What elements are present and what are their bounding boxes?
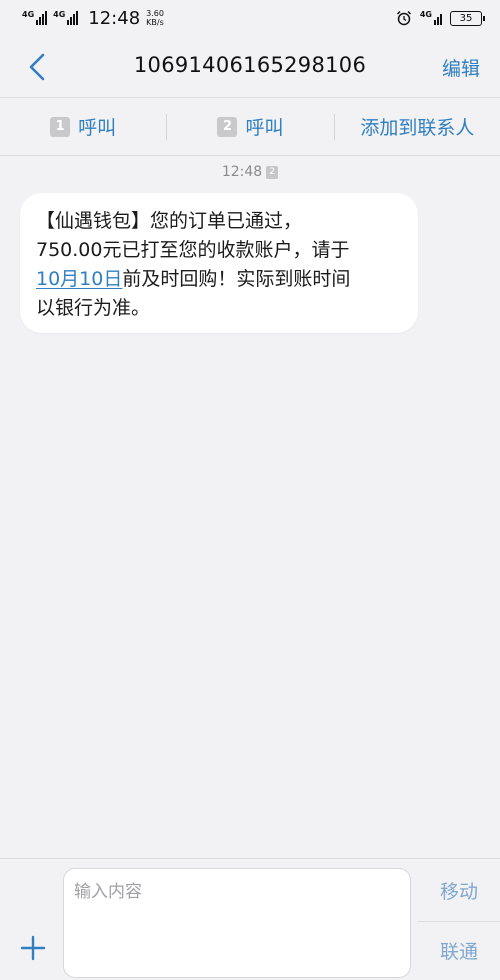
action-bar: 1 呼叫 2 呼叫 添加到联系人 bbox=[0, 98, 500, 156]
message-line: 10月10日前及时回购！实际到账时间 bbox=[36, 265, 400, 294]
status-left: 4G 4G 12:48 3.60 KB/s bbox=[22, 8, 164, 29]
message-line-rest: 前及时回购！实际到账时间 bbox=[122, 268, 351, 290]
status-time: 12:48 bbox=[88, 7, 141, 29]
composer-bar: 输入内容 移动 联通 bbox=[0, 858, 500, 980]
message-input[interactable]: 输入内容 bbox=[63, 868, 411, 978]
message-line: 750.00元已打至您的收款账户，请于 bbox=[36, 239, 350, 261]
message-line: 【仙遇钱包】您的订单已通过， bbox=[36, 210, 303, 232]
status-right: 4G 35 bbox=[396, 10, 485, 26]
message-input-placeholder: 输入内容 bbox=[74, 882, 142, 902]
signal-icon-sim1: 4G bbox=[22, 10, 48, 25]
signal-icon-sim2: 4G bbox=[53, 10, 79, 25]
sim2-small-icon: 2 bbox=[266, 165, 279, 179]
send-sim2-button[interactable]: 联通 bbox=[418, 937, 500, 964]
sim2-badge-icon: 2 bbox=[217, 116, 238, 137]
message-line: 以银行为准。 bbox=[36, 297, 151, 319]
alarm-icon bbox=[396, 10, 411, 26]
chevron-left-icon bbox=[29, 53, 45, 81]
network-speed: 3.60 KB/s bbox=[146, 9, 164, 27]
message-time: 12:48 bbox=[221, 164, 263, 180]
battery-level: 35 bbox=[459, 12, 473, 24]
message-bubble[interactable]: 【仙遇钱包】您的订单已通过， 750.00元已打至您的收款账户，请于 10月10… bbox=[20, 193, 418, 333]
status-bar: 4G 4G 12:48 3.60 KB/s 4G 35 bbox=[0, 0, 500, 36]
network-speed-unit: KB/s bbox=[146, 18, 164, 27]
add-contact-button[interactable]: 添加到联系人 bbox=[335, 98, 500, 155]
sim1-badge-icon: 1 bbox=[50, 116, 71, 137]
divider bbox=[418, 921, 500, 922]
add-contact-label: 添加到联系人 bbox=[360, 117, 475, 139]
conversation-title: 10691406165298106 bbox=[133, 53, 367, 77]
sim1-network-label: 4G bbox=[22, 10, 35, 19]
back-button[interactable] bbox=[22, 50, 52, 84]
call-sim2-button[interactable]: 2 呼叫 bbox=[167, 98, 333, 155]
attach-button[interactable] bbox=[16, 931, 50, 965]
battery-icon: 35 bbox=[450, 10, 485, 26]
sim2-network-label: 4G bbox=[53, 10, 66, 19]
date-link[interactable]: 10月10日 bbox=[36, 268, 122, 290]
call-sim2-label: 呼叫 bbox=[245, 117, 284, 139]
plus-icon bbox=[20, 935, 46, 961]
send-sim1-button[interactable]: 移动 bbox=[418, 877, 500, 904]
title-bar: 10691406165298106 编辑 bbox=[0, 36, 500, 98]
message-timestamp: 12:48 2 bbox=[0, 164, 500, 180]
main-network-label: 4G bbox=[419, 10, 432, 19]
call-sim1-label: 呼叫 bbox=[78, 117, 117, 139]
edit-button[interactable]: 编辑 bbox=[442, 54, 480, 81]
network-speed-value: 3.60 bbox=[146, 9, 164, 18]
call-sim1-button[interactable]: 1 呼叫 bbox=[0, 98, 166, 155]
signal-icon-main: 4G bbox=[420, 11, 442, 25]
